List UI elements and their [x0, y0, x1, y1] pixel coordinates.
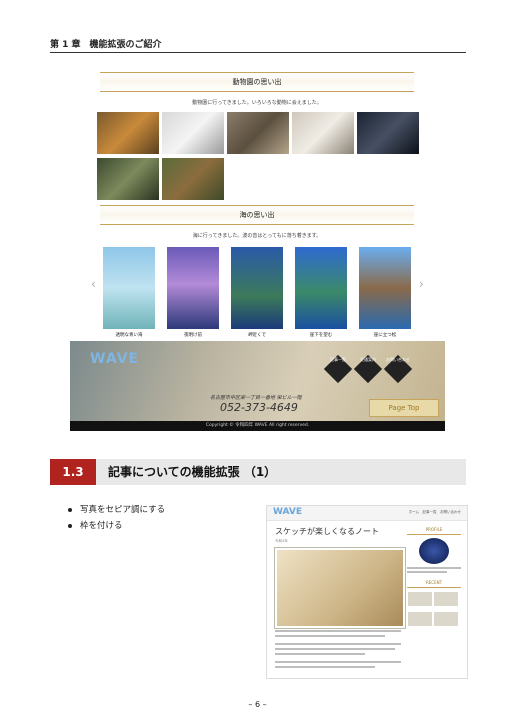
animal-photo	[97, 158, 159, 200]
slider-label: 夜明け前	[184, 333, 202, 338]
footer-screenshot: WAVE 記事一覧 交通案内 お問い合わせ 名古屋市中区栄一丁目一番地 栄ビル一…	[70, 341, 445, 431]
thumbnail[interactable]	[434, 592, 458, 606]
profile-image	[419, 538, 449, 564]
slider-photo	[103, 247, 155, 329]
chapter-header: 第 1 章 機能拡張のご紹介	[50, 38, 466, 53]
sidebar-heading: PROFILE	[407, 526, 461, 535]
sepia-photo	[275, 548, 405, 628]
sea-title-banner: 海の思い出	[100, 205, 414, 225]
site-nav[interactable]: ホーム 記事一覧 お問い合わせ	[409, 510, 461, 515]
slider-photo	[231, 247, 283, 329]
site-header: WAVE ホーム 記事一覧 お問い合わせ	[267, 506, 467, 521]
nav-label-contact[interactable]: お問い合わせ	[385, 357, 411, 363]
article-title: スケッチが楽しくなるノート	[275, 527, 379, 536]
text-line	[275, 648, 395, 650]
slider-label: 岬近くで	[248, 333, 266, 338]
night-sky-photo	[357, 112, 419, 154]
zoo-caption: 動物園に行ってきました。いろいろな動物に会えました。	[192, 100, 322, 106]
section-number: 1.3	[50, 459, 96, 485]
bullet-icon	[68, 523, 72, 528]
text-line	[275, 653, 365, 655]
sidebar-heading: RECENT	[407, 579, 461, 588]
nav-label-articles[interactable]: 記事一覧	[325, 357, 351, 363]
tiger-photo	[97, 112, 159, 154]
footer-copyright: Copyright © 令和四年 WAVE All right reserved…	[70, 421, 445, 431]
slider-label: 透明な青い海	[115, 333, 143, 338]
list-item: 写真をセピア調にする	[68, 502, 165, 518]
wave-logo: WAVE	[90, 351, 140, 367]
thumbnail[interactable]	[408, 612, 432, 626]
article-date: 令和4年	[275, 539, 288, 543]
slider-photo	[295, 247, 347, 329]
gallery-screenshot: 動物園の思い出 動物園に行ってきました。いろいろな動物に会えました。 海の思い出…	[91, 72, 424, 338]
wave-logo: WAVE	[273, 507, 302, 517]
text-line	[275, 643, 401, 645]
sea-caption: 海に行ってきました。波の音はとってもに落ち着きます。	[192, 233, 322, 239]
elephant-photo	[227, 112, 289, 154]
slider-next-icon[interactable]: ›	[419, 277, 424, 291]
slider-label: 崖に立つ松	[373, 333, 397, 338]
seal-photo	[292, 112, 354, 154]
slider-photo	[167, 247, 219, 329]
text-line	[275, 666, 375, 668]
section-header: 1.3 記事についての機能拡張 （1）	[50, 459, 466, 485]
text-line	[275, 635, 385, 637]
text-line	[275, 661, 401, 663]
zoo-title-banner: 動物園の思い出	[100, 72, 414, 92]
crane-photo	[162, 112, 224, 154]
slider-prev-icon[interactable]: ‹	[91, 277, 96, 291]
slider-label: 崖下を望む	[309, 333, 333, 338]
bullet-list: 写真をセピア調にする 枠を付ける	[68, 502, 165, 534]
text-line	[407, 567, 461, 569]
bear-photo	[162, 158, 224, 200]
sidebar: PROFILE RECENT	[407, 526, 461, 631]
slider-photo	[359, 247, 411, 329]
footer-phone: 052-373-4649	[220, 401, 298, 414]
thumbnail[interactable]	[434, 612, 458, 626]
text-line	[275, 630, 401, 632]
page-top-button[interactable]: Page Top	[369, 399, 439, 417]
page-number: – 6 –	[248, 700, 267, 709]
section-title: 記事についての機能拡張 （1）	[108, 465, 277, 479]
nav-label-access[interactable]: 交通案内	[355, 357, 381, 363]
thumbnail[interactable]	[408, 592, 432, 606]
bullet-icon	[68, 507, 72, 512]
text-line	[407, 571, 447, 573]
list-item: 枠を付ける	[68, 518, 165, 534]
footer-address: 名古屋市中区栄一丁目一番地 栄ビル一階	[210, 395, 302, 401]
article-screenshot: WAVE ホーム 記事一覧 お問い合わせ スケッチが楽しくなるノート 令和4年 …	[266, 505, 468, 679]
